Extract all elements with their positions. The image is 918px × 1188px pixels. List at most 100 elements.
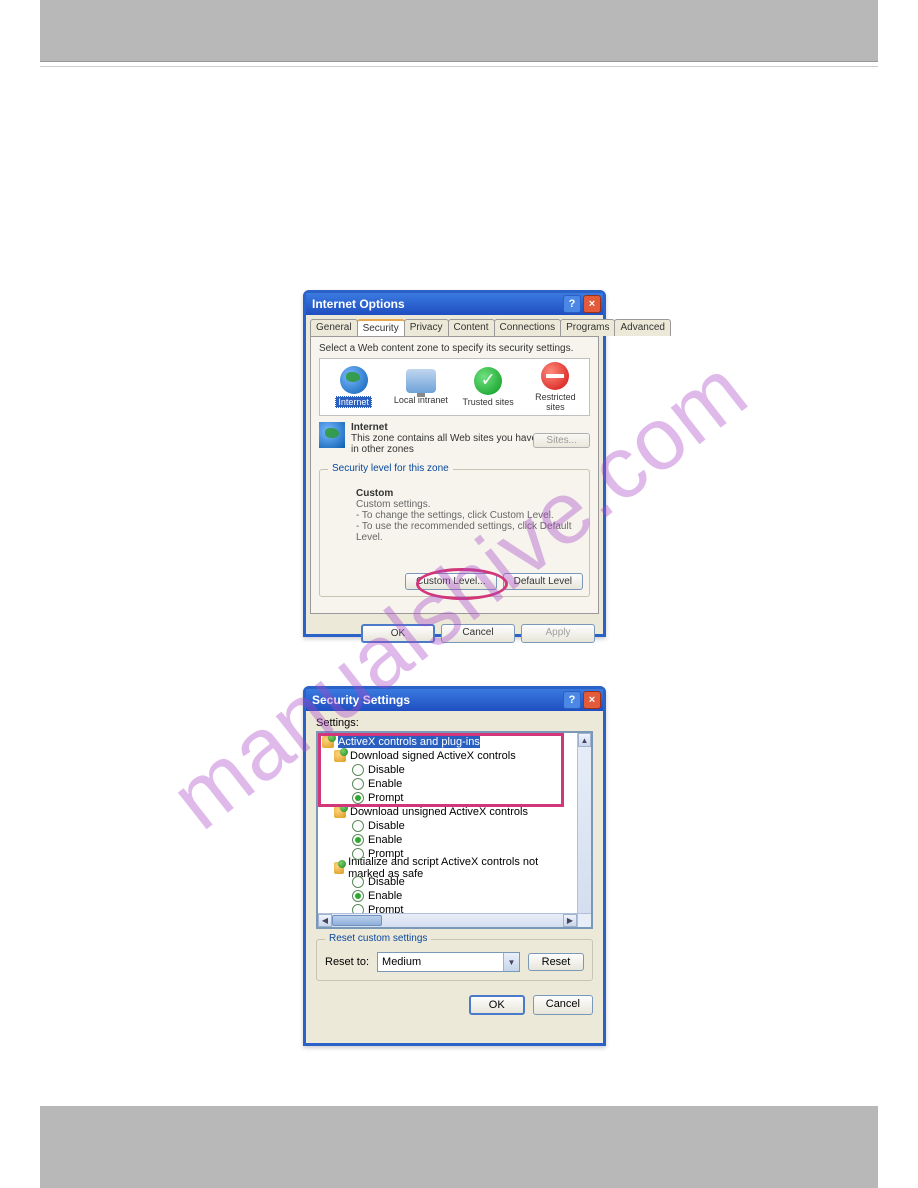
tab-content[interactable]: Content (448, 319, 495, 336)
gear-icon (334, 750, 346, 762)
titlebar[interactable]: Security Settings ? × (306, 689, 603, 711)
zone-label: Restricted sites (527, 392, 583, 412)
radio-icon (352, 890, 364, 902)
tab-programs[interactable]: Programs (560, 319, 615, 336)
ok-button[interactable]: OK (361, 624, 435, 643)
globe-icon (319, 422, 345, 448)
option-label: Prompt (368, 792, 403, 804)
gear-icon (334, 806, 346, 818)
radio-icon (352, 820, 364, 832)
check-icon (474, 367, 502, 395)
apply-button[interactable]: Apply (521, 624, 595, 643)
scroll-corner (577, 913, 591, 927)
security-settings-dialog: Security Settings ? × Settings: ActiveX … (303, 686, 606, 1046)
security-panel: Select a Web content zone to specify its… (310, 336, 599, 614)
zone-internet[interactable]: Internet (326, 366, 382, 408)
scroll-up-icon[interactable]: ▲ (578, 733, 591, 747)
setting-download-unsigned[interactable]: Download unsigned ActiveX controls (320, 805, 575, 819)
help-icon[interactable]: ? (563, 691, 581, 709)
restricted-icon (541, 362, 569, 390)
cancel-button[interactable]: Cancel (533, 995, 593, 1015)
intranet-icon (406, 369, 436, 393)
option-label: Disable (368, 820, 405, 832)
zone-list: Internet Local intranet Trusted sites Re… (319, 358, 590, 416)
scroll-right-icon[interactable]: ▶ (563, 914, 577, 927)
dropdown-value: Medium (382, 956, 421, 968)
radio-option[interactable]: Prompt (320, 791, 575, 805)
category-activex[interactable]: ActiveX controls and plug-ins (320, 735, 575, 749)
group-title: Security level for this zone (328, 463, 453, 474)
tab-security[interactable]: Security (357, 319, 405, 336)
custom-line: - To use the recommended settings, click… (356, 521, 571, 543)
setting-initialize-script[interactable]: Initialize and script ActiveX controls n… (320, 861, 575, 875)
zone-label: Trusted sites (463, 397, 514, 407)
option-label: Enable (368, 778, 402, 790)
close-icon[interactable]: × (583, 691, 601, 709)
default-level-button[interactable]: Default Level (503, 573, 583, 590)
radio-option[interactable]: Disable (320, 819, 575, 833)
custom-level-button[interactable]: Custom Level... (405, 573, 496, 590)
gear-icon (322, 736, 334, 748)
radio-icon (352, 764, 364, 776)
setting-label: Download signed ActiveX controls (350, 750, 516, 762)
custom-label: Custom (356, 488, 393, 499)
radio-option[interactable]: Enable (320, 777, 575, 791)
radio-icon (352, 778, 364, 790)
tab-connections[interactable]: Connections (494, 319, 562, 336)
gear-icon (334, 862, 344, 874)
custom-line: - To change the settings, click Custom L… (356, 510, 554, 521)
internet-options-dialog: Internet Options ? × General Security Pr… (303, 290, 606, 637)
custom-line: Custom settings. (356, 499, 430, 510)
instruction-text: Select a Web content zone to specify its… (319, 343, 590, 354)
scroll-left-icon[interactable]: ◀ (318, 914, 332, 927)
sites-button[interactable]: Sites... (533, 433, 590, 448)
setting-label: Download unsigned ActiveX controls (350, 806, 528, 818)
dialog-title: Internet Options (312, 297, 405, 311)
help-icon[interactable]: ? (563, 295, 581, 313)
page-footer (40, 1106, 878, 1188)
radio-icon (352, 876, 364, 888)
reset-level-dropdown[interactable]: Medium ▼ (377, 952, 520, 972)
security-level-group: Security level for this zone Custom Cust… (319, 469, 590, 597)
reset-group: Reset custom settings Reset to: Medium ▼… (316, 939, 593, 981)
ok-button[interactable]: OK (469, 995, 525, 1015)
radio-icon (352, 834, 364, 846)
zone-heading: Internet (351, 422, 388, 433)
reset-to-label: Reset to: (325, 956, 369, 968)
radio-option[interactable]: Disable (320, 763, 575, 777)
dialog-buttons: OK Cancel Apply (306, 618, 603, 649)
chevron-down-icon[interactable]: ▼ (503, 953, 519, 971)
settings-label: Settings: (316, 717, 593, 729)
radio-icon (352, 792, 364, 804)
radio-option[interactable]: Enable (320, 833, 575, 847)
option-label: Enable (368, 834, 402, 846)
zone-local-intranet[interactable]: Local intranet (393, 369, 449, 405)
tab-privacy[interactable]: Privacy (404, 319, 449, 336)
option-label: Enable (368, 890, 402, 902)
titlebar[interactable]: Internet Options ? × (306, 293, 603, 315)
tab-general[interactable]: General (310, 319, 358, 336)
close-icon[interactable]: × (583, 295, 601, 313)
option-label: Disable (368, 876, 405, 888)
tab-strip: General Security Privacy Content Connect… (306, 315, 603, 336)
dialog-buttons: OK Cancel (316, 995, 593, 1015)
radio-option[interactable]: Enable (320, 889, 575, 903)
zone-trusted-sites[interactable]: Trusted sites (460, 367, 516, 407)
cancel-button[interactable]: Cancel (441, 624, 515, 643)
group-title: Reset custom settings (325, 933, 431, 944)
horizontal-scrollbar[interactable]: ◀ ▶ (318, 913, 577, 927)
tab-advanced[interactable]: Advanced (614, 319, 670, 336)
option-label: Disable (368, 764, 405, 776)
globe-icon (340, 366, 368, 394)
zone-label: Internet (335, 396, 372, 408)
reset-button[interactable]: Reset (528, 953, 584, 971)
setting-download-signed[interactable]: Download signed ActiveX controls (320, 749, 575, 763)
dialog-title: Security Settings (312, 693, 410, 707)
vertical-scrollbar[interactable]: ▲ (577, 733, 591, 913)
category-label: ActiveX controls and plug-ins (338, 736, 480, 748)
zone-restricted-sites[interactable]: Restricted sites (527, 362, 583, 412)
scroll-thumb[interactable] (332, 915, 382, 926)
settings-list[interactable]: ActiveX controls and plug-ins Download s… (316, 731, 593, 929)
radio-icon (352, 848, 364, 860)
page-header (40, 0, 878, 62)
